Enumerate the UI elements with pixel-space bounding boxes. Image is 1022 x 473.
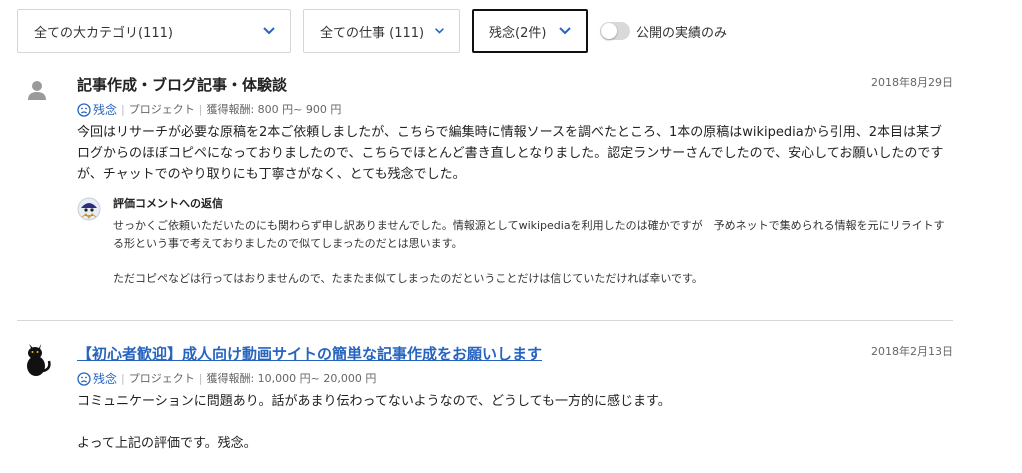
work-filter-select[interactable]: 全ての仕事 (111) bbox=[303, 9, 460, 53]
reply-text: せっかくご依頼いただいたのにも関わらず申し訳ありませんでした。情報源としてwik… bbox=[113, 217, 953, 287]
sad-face-icon bbox=[77, 103, 91, 117]
rating-filter-label: 残念(2件) bbox=[489, 25, 547, 41]
review-reward: 獲得報酬: 10,000 円~ 20,000 円 bbox=[206, 372, 377, 385]
reply-title: 評価コメントへの返信 bbox=[113, 197, 223, 210]
toggle-knob bbox=[601, 23, 617, 39]
review-body-text: 今回はリサーチが必要な原稿を2本ご依頼しましたが、こちらで編集時に情報ソースを調… bbox=[77, 125, 944, 182]
work-filter-label: 全ての仕事 (111) bbox=[320, 25, 425, 41]
meta-separator: | bbox=[121, 103, 125, 116]
chevron-down-icon bbox=[263, 27, 275, 35]
chevron-down-icon bbox=[559, 27, 571, 35]
reply-paragraph: せっかくご依頼いただいたのにも関わらず申し訳ありませんでした。情報源としてwik… bbox=[113, 219, 945, 250]
review-title: 記事作成・ブログ記事・体験談 bbox=[77, 76, 288, 94]
meta-separator: | bbox=[121, 372, 125, 385]
rating-filter-select[interactable]: 残念(2件) bbox=[472, 9, 588, 53]
meta-separator: | bbox=[198, 103, 203, 116]
filter-bar: 全ての大カテゴリ(111) 全ての仕事 (111) 残念(2件) 公開の実績のみ bbox=[17, 9, 727, 53]
review-body: コミュニケーションに問題あり。話があまり伝わってないようなので、どうしても一方的… bbox=[77, 391, 953, 454]
review-date: 2018年2月13日 bbox=[871, 345, 953, 358]
review-body-text: よって上記の評価です。残念。 bbox=[77, 436, 257, 451]
review-title-link[interactable]: 【初心者歓迎】成人向け動画サイトの簡単な記事作成をお願いします bbox=[77, 343, 953, 365]
meta-separator: | bbox=[198, 372, 203, 385]
review-type: プロジェクト bbox=[128, 372, 195, 385]
lancer-avatar-icon bbox=[77, 197, 101, 221]
category-filter-label: 全ての大カテゴリ(111) bbox=[34, 25, 173, 41]
review-reply: 評価コメントへの返信 せっかくご依頼いただいたのにも関わらず申し訳ありませんでし… bbox=[77, 197, 953, 287]
review-body-text: コミュニケーションに問題あり。話があまり伝わってないようなので、どうしても一方的… bbox=[77, 394, 671, 409]
category-filter-select[interactable]: 全ての大カテゴリ(111) bbox=[17, 9, 291, 53]
public-only-label: 公開の実績のみ bbox=[636, 25, 728, 41]
review-divider bbox=[17, 320, 953, 321]
sad-face-icon bbox=[77, 372, 91, 386]
review-meta: 残念 | プロジェクト | 獲得報酬: 10,000 円~ 20,000 円 bbox=[77, 371, 953, 387]
review-type: プロジェクト bbox=[128, 103, 195, 116]
reply-paragraph: ただコピペなどは行ってはおりませんので、たまたま似てしまったのだということだけは… bbox=[113, 271, 703, 285]
public-only-toggle-wrap: 公開の実績のみ bbox=[600, 22, 727, 41]
review-reward: 獲得報酬: 800 円~ 900 円 bbox=[206, 103, 342, 116]
review-meta: 残念 | プロジェクト | 獲得報酬: 800 円~ 900 円 bbox=[77, 102, 953, 118]
review-rating: 残念 bbox=[93, 372, 118, 386]
review-date: 2018年8月29日 bbox=[871, 76, 953, 89]
chevron-down-icon bbox=[435, 28, 444, 34]
public-only-toggle[interactable] bbox=[600, 22, 630, 40]
review-rating: 残念 bbox=[93, 103, 118, 117]
default-user-avatar-icon bbox=[28, 81, 46, 100]
review-body: 今回はリサーチが必要な原稿を2本ご依頼しましたが、こちらで編集時に情報ソースを調… bbox=[77, 122, 953, 185]
black-cat-avatar-icon bbox=[27, 344, 51, 376]
